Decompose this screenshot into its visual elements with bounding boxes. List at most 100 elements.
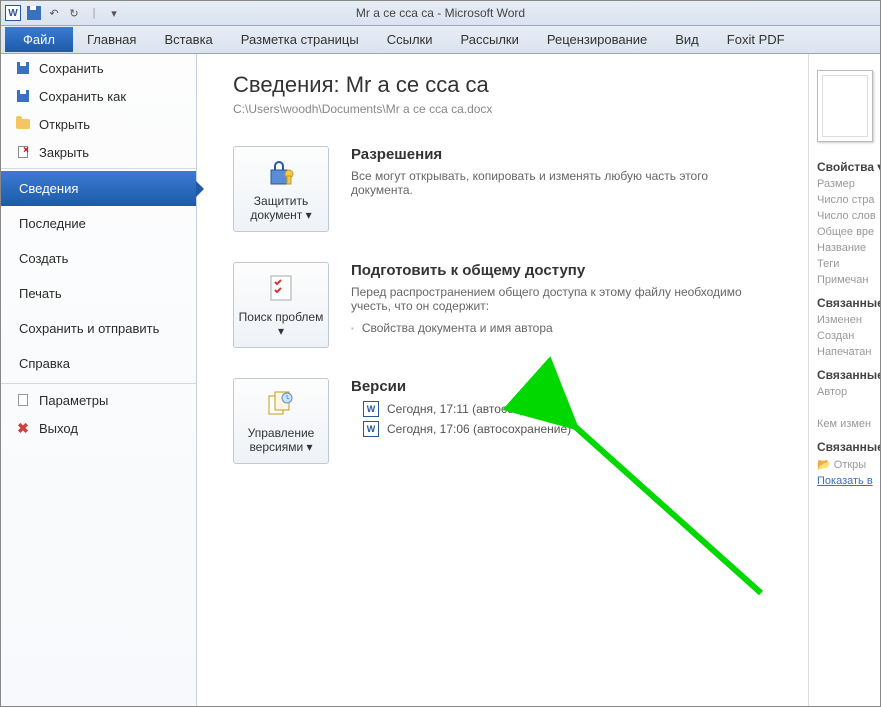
file-path: C:\Users\woodh\Documents\Mr а се сса са.… [233,102,788,116]
properties-panel: Свойства ▾ Размер Число стра Число слов … [808,54,880,706]
prop-printed: Напечатан [817,346,872,358]
sidebar-label: Сохранить [39,61,104,76]
prop-time: Общее вре [817,226,872,238]
versions-body: Версии W Сегодня, 17:11 (автосохранение)… [351,378,571,464]
check-issues-button[interactable]: Поиск проблем ▾ [233,262,329,348]
prop-pages: Число стра [817,194,872,206]
section-title: Подготовить к общему доступу [351,262,771,279]
button-label: Управление версиями ▾ [238,426,324,454]
prop-lastmod-by: Кем измен [817,418,872,430]
sidebar-share[interactable]: Сохранить и отправить [1,311,196,346]
document-preview [817,70,873,142]
separator [1,383,196,384]
ribbon-tabs: Файл Главная Вставка Разметка страницы С… [1,26,880,54]
props-heading[interactable]: Свойства ▾ [817,160,872,174]
tab-references[interactable]: Ссылки [373,27,447,52]
sidebar-label: Справка [19,356,70,371]
sidebar-close[interactable]: Закрыть [1,138,196,166]
tab-foxit[interactable]: Foxit PDF [713,27,799,52]
tab-file[interactable]: Файл [5,27,73,52]
qat-undo-icon[interactable]: ↶ [47,6,61,20]
section-title: Версии [351,378,571,395]
options-icon [15,392,31,408]
protect-document-button[interactable]: Защитить документ ▾ [233,146,329,232]
open-location[interactable]: 📂 Откры [817,458,872,471]
folder-open-icon [15,116,31,132]
section-versions: Управление версиями ▾ Версии W Сегодня, … [233,378,788,464]
related-docs-heading: Связанные [817,440,872,454]
sidebar-label: Создать [19,251,68,266]
qat-redo-icon[interactable]: ↻ [67,6,81,20]
sidebar-print[interactable]: Печать [1,276,196,311]
exit-icon: ✖ [15,420,31,436]
open-location-text: Откры [834,459,866,471]
version-item[interactable]: W Сегодня, 17:06 (автосохранение) [363,421,571,437]
save-icon [15,60,31,76]
tab-layout[interactable]: Разметка страницы [227,27,373,52]
sidebar-recent[interactable]: Последние [1,206,196,241]
sidebar-new[interactable]: Создать [1,241,196,276]
section-title: Разрешения [351,146,771,163]
page-title: Сведения: Mr а се сса са [233,72,788,98]
button-label: Защитить документ ▾ [238,194,324,222]
section-prepare: Поиск проблем ▾ Подготовить к общему дос… [233,262,788,348]
prop-size: Размер [817,178,872,190]
section-text: Перед распространением общего доступа к … [351,285,771,313]
related-dates-heading: Связанные [817,296,872,310]
prop-created: Создан [817,330,872,342]
sidebar-label: Сохранить и отправить [19,321,159,336]
sidebar-label: Сохранить как [39,89,126,104]
sidebar-help[interactable]: Справка [1,346,196,381]
qat-customize-icon[interactable]: ▾ [107,6,121,20]
sidebar-exit[interactable]: ✖ Выход [1,414,196,442]
prop-tags: Теги [817,258,872,270]
title-bar: W ↶ ↻ | ▾ Mr а се сса са - Microsoft Wor… [1,1,880,26]
version-text: Сегодня, 17:06 (автосохранение) [387,422,571,436]
manage-versions-button[interactable]: Управление версиями ▾ [233,378,329,464]
sidebar-label: Открыть [39,117,90,132]
word-doc-icon: W [363,401,379,417]
prop-title: Название [817,242,872,254]
sidebar-save-as[interactable]: Сохранить как [1,82,196,110]
section-text: Все могут открывать, копировать и изменя… [351,169,771,197]
tab-mailings[interactable]: Рассылки [447,27,533,52]
related-people-heading: Связанные [817,368,872,382]
bullet-item: Свойства документа и имя автора [351,321,771,335]
content: Сведения: Mr а се сса са C:\Users\woodh\… [197,54,808,706]
sidebar-label: Печать [19,286,62,301]
show-all-link[interactable]: Показать в [817,475,873,487]
window-title: Mr а се сса са - Microsoft Word [356,6,525,20]
sidebar-label: Закрыть [39,145,89,160]
save-as-icon [15,88,31,104]
sidebar-options[interactable]: Параметры [1,386,196,414]
prepare-body: Подготовить к общему доступу Перед распр… [351,262,771,348]
prop-notes: Примечан [817,274,872,286]
button-label: Поиск проблем ▾ [238,310,324,338]
bullet-text: Свойства документа и имя автора [362,321,553,335]
lock-key-icon [265,156,297,188]
tab-review[interactable]: Рецензирование [533,27,661,52]
checklist-icon [265,272,297,304]
tab-view[interactable]: Вид [661,27,713,52]
sidebar-save[interactable]: Сохранить [1,54,196,82]
versions-icon [265,388,297,420]
sidebar-label: Параметры [39,393,108,408]
sidebar-open[interactable]: Открыть [1,110,196,138]
quick-access-toolbar: ↶ ↻ | ▾ [27,6,121,20]
sidebar: Сохранить Сохранить как Открыть Закрыть … [1,54,197,706]
sidebar-label: Последние [19,216,86,231]
backstage: Сохранить Сохранить как Открыть Закрыть … [1,54,880,706]
sidebar-info[interactable]: Сведения [1,171,196,206]
prop-words: Число слов [817,210,872,222]
version-item[interactable]: W Сегодня, 17:11 (автосохранение) [363,401,571,417]
prop-author: Автор [817,386,872,398]
prop-modified: Изменен [817,314,872,326]
show-all-props[interactable]: Показать в [817,475,872,487]
close-doc-icon [15,144,31,160]
tab-home[interactable]: Главная [73,27,150,52]
version-text: Сегодня, 17:11 (автосохранение) [387,402,570,416]
qat-divider: | [87,6,101,20]
tab-insert[interactable]: Вставка [150,27,226,52]
qat-save-icon[interactable] [27,6,41,20]
separator [1,168,196,169]
